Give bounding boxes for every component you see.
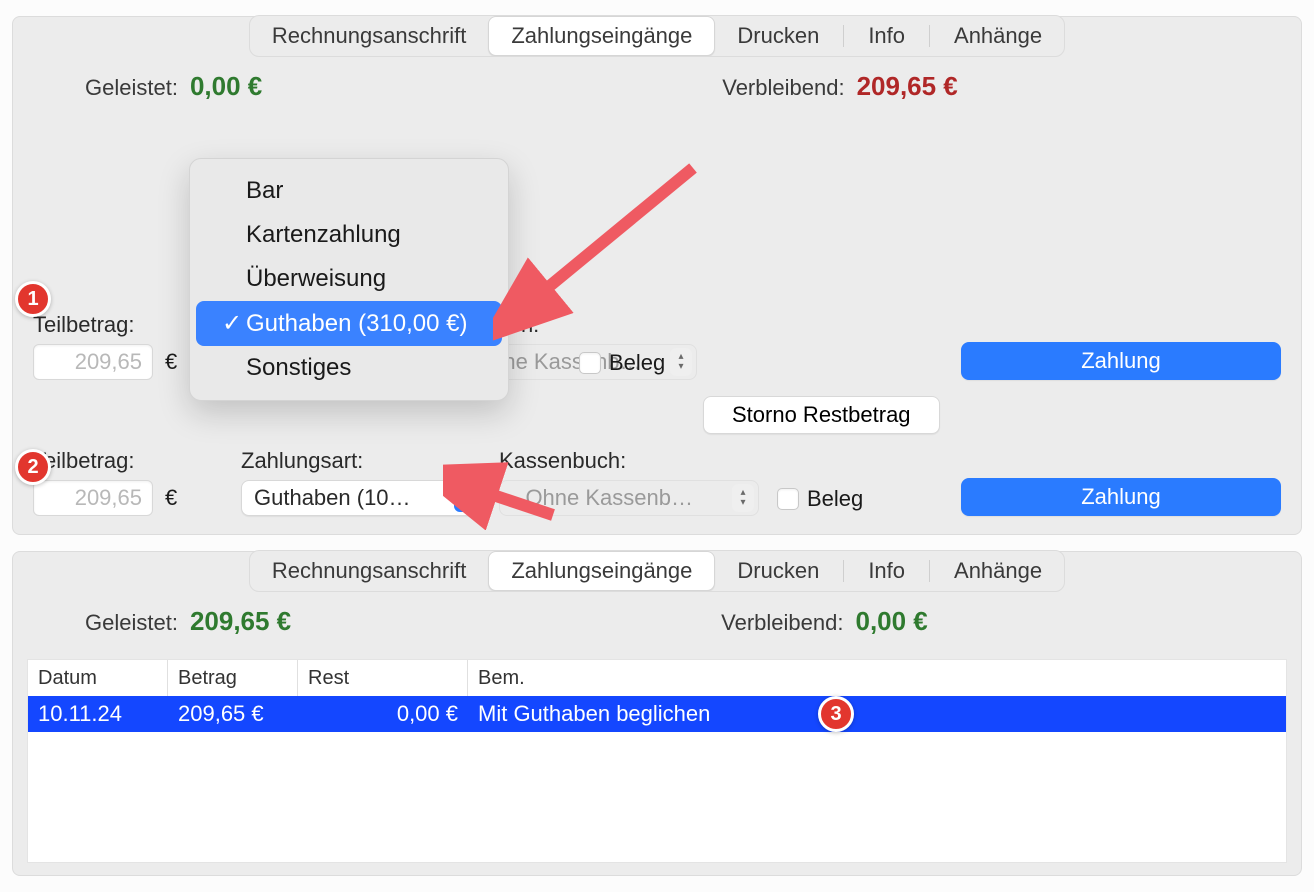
th-bem[interactable]: Bem.	[468, 660, 1286, 696]
tab-label: Rechnungsanschrift	[272, 23, 466, 49]
stepper-icon: ▴▾	[454, 484, 476, 512]
tab-label: Zahlungseingänge	[511, 558, 692, 584]
currency-label: €	[165, 485, 177, 511]
stepper-icon: ▴▾	[732, 484, 754, 512]
annotation-badge-2: 2	[15, 449, 51, 485]
tab-rechnungsanschrift[interactable]: Rechnungsanschrift	[250, 551, 488, 591]
tab-separator	[929, 560, 930, 582]
stepper-icon: ▴▾	[670, 348, 692, 376]
kassenbuch-value: - Ohne Kassenb…	[512, 485, 724, 511]
tab-label: Rechnungsanschrift	[272, 558, 466, 584]
tab-separator	[843, 25, 844, 47]
remaining-value: 209,65 €	[857, 71, 958, 102]
annotation-badge-3: 3	[818, 696, 854, 732]
kassenbuch-select[interactable]: - Ohne Kassenb… ▴▾	[499, 480, 759, 516]
tab-group: Rechnungsanschrift Zahlungseingänge Druc…	[249, 15, 1065, 57]
teilbetrag-input[interactable]	[33, 480, 153, 516]
summary-row: Geleistet: 0,00 € Verbleibend: 209,65 €	[13, 67, 1301, 118]
tab-zahlungseingaenge[interactable]: Zahlungseingänge	[488, 551, 715, 591]
tab-drucken[interactable]: Drucken	[715, 551, 841, 591]
tab-label: Zahlungseingänge	[511, 23, 692, 49]
zahlung-button[interactable]: Zahlung	[961, 342, 1281, 380]
tab-separator	[929, 25, 930, 47]
tab-zahlungseingaenge[interactable]: Zahlungseingänge	[488, 16, 715, 56]
paid-label: Geleistet:	[85, 610, 178, 636]
td-datum: 10.11.24	[28, 701, 168, 727]
currency-label: €	[165, 349, 177, 375]
beleg-label: Beleg	[609, 350, 665, 376]
payment-row-1: Teilbetrag: € enbuch: Ohne Kassenb… ▴▾ B…	[13, 308, 1301, 386]
th-rest[interactable]: Rest	[298, 660, 468, 696]
zahlungsart-select[interactable]: Guthaben (10… ▴▾	[241, 480, 481, 516]
beleg-label: Beleg	[807, 486, 863, 512]
remaining-label: Verbleibend:	[722, 75, 844, 101]
paid-value: 209,65 €	[190, 606, 291, 637]
tab-anhaenge[interactable]: Anhänge	[932, 16, 1064, 56]
tab-info[interactable]: Info	[846, 551, 927, 591]
kassenbuch-label: Kassenbuch:	[499, 448, 759, 474]
tab-separator	[843, 560, 844, 582]
th-datum[interactable]: Datum	[28, 660, 168, 696]
tab-rechnungsanschrift[interactable]: Rechnungsanschrift	[250, 16, 488, 56]
remaining-label: Verbleibend:	[721, 610, 843, 636]
tab-label: Drucken	[737, 23, 819, 49]
popup-option-kartenzahlung[interactable]: Kartenzahlung	[196, 213, 502, 257]
table-empty-space	[28, 732, 1286, 862]
annotation-badge-1: 1	[15, 281, 51, 317]
tab-label: Anhänge	[954, 23, 1042, 49]
panel-before: Rechnungsanschrift Zahlungseingänge Druc…	[12, 16, 1302, 535]
beleg-checkbox[interactable]	[579, 352, 601, 374]
td-betrag: 209,65 €	[168, 701, 298, 727]
table-row[interactable]: 10.11.24 209,65 € 0,00 € Mit Guthaben be…	[28, 696, 1286, 732]
popup-option-sonstiges[interactable]: Sonstiges	[196, 346, 502, 390]
remaining-value: 0,00 €	[855, 606, 927, 637]
tab-bar: Rechnungsanschrift Zahlungseingänge Druc…	[13, 550, 1301, 592]
tab-anhaenge[interactable]: Anhänge	[932, 551, 1064, 591]
beleg-checkbox[interactable]	[777, 488, 799, 510]
zahlungsart-value: Guthaben (10…	[254, 485, 446, 511]
paid-label: Geleistet:	[85, 75, 178, 101]
td-bem: Mit Guthaben beglichen	[468, 701, 1286, 727]
zahlung-button[interactable]: Zahlung	[961, 478, 1281, 516]
teilbetrag-label: Teilbetrag:	[33, 448, 193, 474]
tab-drucken[interactable]: Drucken	[715, 16, 841, 56]
summary-row: Geleistet: 209,65 € Verbleibend: 0,00 €	[13, 602, 1301, 653]
zahlungsart-popup: Bar Kartenzahlung Überweisung ✓Guthaben …	[189, 158, 509, 401]
tab-bar: Rechnungsanschrift Zahlungseingänge Druc…	[13, 15, 1301, 57]
paid-value: 0,00 €	[190, 71, 262, 102]
tab-label: Info	[868, 558, 905, 584]
tab-label: Info	[868, 23, 905, 49]
th-betrag[interactable]: Betrag	[168, 660, 298, 696]
panel-after: Rechnungsanschrift Zahlungseingänge Druc…	[12, 551, 1302, 876]
tab-label: Anhänge	[954, 558, 1042, 584]
popup-option-bar[interactable]: Bar	[196, 169, 502, 213]
storno-button[interactable]: Storno Restbetrag	[703, 396, 940, 434]
tab-info[interactable]: Info	[846, 16, 927, 56]
popup-option-guthaben[interactable]: ✓Guthaben (310,00 €)	[196, 301, 502, 346]
check-icon: ✓	[222, 309, 238, 338]
teilbetrag-input[interactable]	[33, 344, 153, 380]
table-header: Datum Betrag Rest Bem.	[28, 660, 1286, 696]
teilbetrag-label: Teilbetrag:	[33, 312, 193, 338]
tab-group: Rechnungsanschrift Zahlungseingänge Druc…	[249, 550, 1065, 592]
payments-table: Datum Betrag Rest Bem. 10.11.24 209,65 €…	[27, 659, 1287, 863]
tab-label: Drucken	[737, 558, 819, 584]
popup-option-ueberweisung[interactable]: Überweisung	[196, 257, 502, 301]
zahlungsart-label: Zahlungsart:	[241, 448, 481, 474]
td-rest: 0,00 €	[298, 701, 468, 727]
payment-row-2: Teilbetrag: € Zahlungsart: Guthaben (10……	[13, 444, 1301, 522]
